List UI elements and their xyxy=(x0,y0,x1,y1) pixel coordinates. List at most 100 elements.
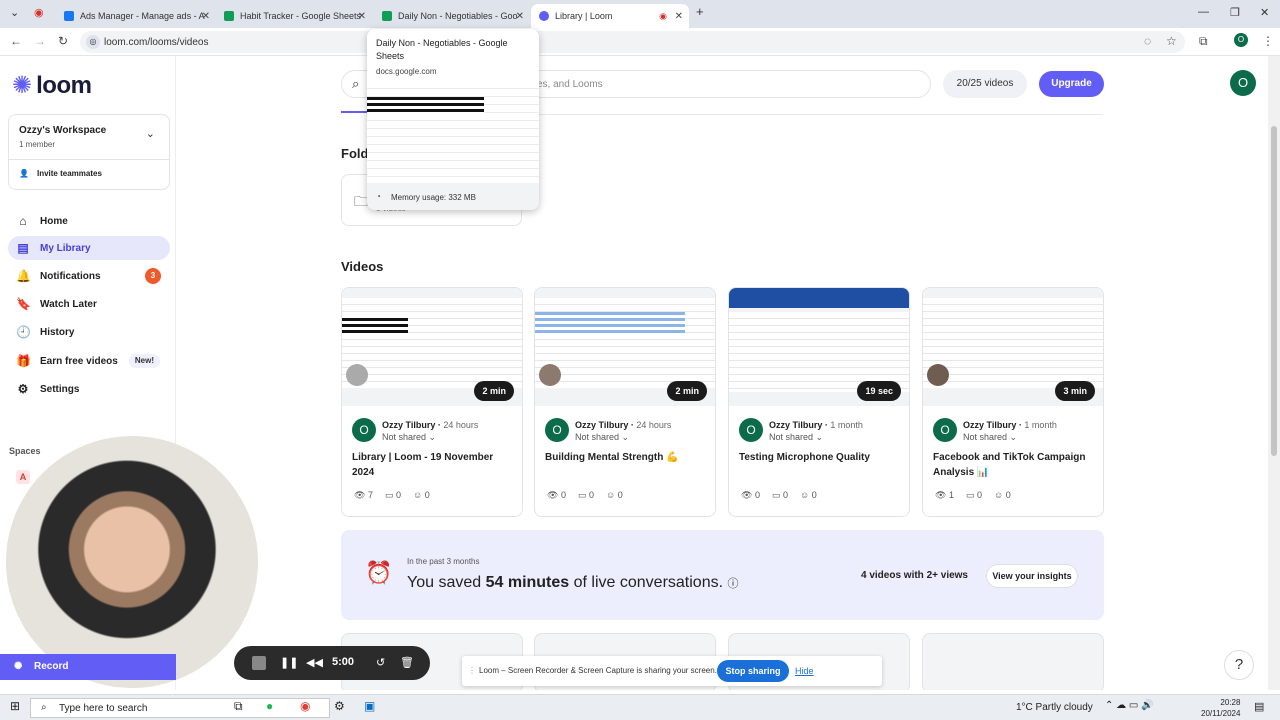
video-title[interactable]: Testing Microphone Quality xyxy=(739,450,904,465)
url-text: loom.com/looms/videos xyxy=(104,36,209,48)
url-field[interactable]: ◎ loom.com/looms/videos xyxy=(80,31,1185,53)
screen-share-bar: ⋮ Loom – Screen Recorder & Screen Captur… xyxy=(462,656,882,686)
video-thumbnail[interactable]: 2 min xyxy=(535,288,715,406)
video-card[interactable]: 19 sec O Ozzy Tilbury · 1 month Not shar… xyxy=(728,287,910,517)
notification-badge: 3 xyxy=(145,268,161,284)
record-button[interactable]: ✺ Record xyxy=(0,654,176,680)
video-thumbnail[interactable]: 19 sec xyxy=(729,288,909,406)
share-status[interactable]: Not shared ⌄ xyxy=(382,432,436,443)
address-bar: ← → ↻ ◎ loom.com/looms/videos ◌ ☆ ⧉ O ⋮ xyxy=(0,28,1280,56)
scrollbar[interactable] xyxy=(1268,56,1280,690)
sidebar-item-watch-later[interactable]: 🔖 Watch Later xyxy=(8,292,170,316)
menu-icon[interactable]: ⋮ xyxy=(1262,34,1274,48)
camera-bubble[interactable] xyxy=(6,436,258,688)
rewind-icon[interactable]: ◀◀ xyxy=(306,656,323,669)
video-card[interactable] xyxy=(922,633,1104,690)
space-avatar[interactable]: A xyxy=(16,470,30,484)
minimize-icon[interactable]: — xyxy=(1198,6,1209,18)
settings-icon[interactable]: ⚙ xyxy=(334,699,345,713)
video-thumbnail[interactable]: 2 min xyxy=(342,288,522,406)
gift-icon: 🎁 xyxy=(16,354,31,368)
video-thumbnail[interactable]: 3 min xyxy=(923,288,1103,406)
pause-icon[interactable]: ❚❚ xyxy=(280,656,298,669)
duration-badge: 19 sec xyxy=(857,381,901,401)
comments-icon: ▭ 0 xyxy=(577,490,594,500)
alarm-clock-icon: ⏰ xyxy=(365,560,393,585)
recording-controls: ❚❚ ◀◀ 5:00 ↺ 🗑 xyxy=(234,646,430,680)
spotify-icon[interactable]: ● xyxy=(266,699,273,713)
weather-text[interactable]: 1°C Partly cloudy xyxy=(1016,702,1093,713)
video-title[interactable]: Library | Loom - 19 November 2024 xyxy=(352,450,517,480)
notification-center-icon[interactable]: ▤ xyxy=(1254,700,1264,713)
window-close-icon[interactable]: ✕ xyxy=(1260,6,1269,19)
stop-icon[interactable] xyxy=(252,656,266,670)
hover-card-domain: docs.google.com xyxy=(376,67,437,76)
video-title[interactable]: Facebook and TikTok Campaign Analysis 📊 xyxy=(933,450,1098,480)
loom-logo[interactable]: ✺ loom xyxy=(12,72,92,100)
restore-icon[interactable]: ❐ xyxy=(1230,6,1240,19)
share-status[interactable]: Not shared ⌄ xyxy=(575,432,629,443)
sidebar-item-notifications[interactable]: 🔔 Notifications 3 xyxy=(8,264,170,288)
video-card[interactable]: 2 min O Ozzy Tilbury · 24 hours Not shar… xyxy=(534,287,716,517)
stop-sharing-button[interactable]: Stop sharing xyxy=(717,660,789,682)
close-icon[interactable]: ✕ xyxy=(358,11,366,22)
tab-search-icon[interactable]: ⌄ xyxy=(10,6,19,19)
sidebar-item-history[interactable]: 🕘 History xyxy=(8,320,170,344)
taskbar-search[interactable]: ⌕ Type here to search xyxy=(30,698,330,718)
sidebar-item-my-library[interactable]: ▤ My Library xyxy=(8,236,170,260)
home-icon: ⌂ xyxy=(19,214,27,228)
sidebar-item-settings[interactable]: ⚙ Settings xyxy=(8,377,170,401)
avatar[interactable]: O xyxy=(1230,70,1256,96)
clock-icon: 🕘 xyxy=(16,325,31,339)
library-icon: ▤ xyxy=(17,241,29,255)
view-insights-button[interactable]: View your insights xyxy=(986,564,1078,588)
video-usage-counter[interactable]: 20/25 videos xyxy=(943,70,1027,98)
videos-heading: Videos xyxy=(341,259,384,274)
extensions-icon[interactable]: ⧉ xyxy=(1199,34,1208,49)
tab-ads-manager[interactable]: Ads Manager - Manage ads - A ✕ xyxy=(56,4,216,28)
pinned-tab-icon[interactable]: ◉ xyxy=(34,6,44,19)
meta-icon xyxy=(64,11,74,21)
trash-icon[interactable]: 🗑 xyxy=(400,656,414,669)
help-button[interactable]: ? xyxy=(1224,650,1254,680)
profile-icon[interactable]: O xyxy=(1234,33,1248,47)
tab-habit-tracker[interactable]: Habit Tracker - Google Sheets ✕ xyxy=(216,4,372,28)
reload-icon[interactable]: ↻ xyxy=(58,34,68,48)
back-icon[interactable]: ← xyxy=(10,34,22,48)
forward-icon[interactable]: → xyxy=(34,34,46,48)
workspace-card[interactable]: Ozzy's Workspace 1 member ⌄ 👤 Invite team… xyxy=(8,114,170,190)
reactions-icon: ☺ 0 xyxy=(412,490,430,500)
video-stats: 👁 0 ▭ 0 ☺ 0 xyxy=(741,490,817,501)
system-tray-icons[interactable]: ⌃ ☁ ▭ 🔊 xyxy=(1105,700,1154,711)
video-card[interactable]: 3 min O Ozzy Tilbury · 1 month Not share… xyxy=(922,287,1104,517)
sidebar-item-home[interactable]: ⌂ Home xyxy=(8,209,170,233)
close-icon[interactable]: ✕ xyxy=(675,11,683,22)
sidebar-item-label: Home xyxy=(40,215,68,227)
windows-start-icon[interactable]: ⊞ xyxy=(10,699,20,713)
upgrade-button[interactable]: Upgrade xyxy=(1039,71,1104,97)
outlook-icon[interactable]: ▣ xyxy=(364,699,375,713)
close-icon[interactable]: ✕ xyxy=(202,11,210,22)
site-info-icon[interactable]: ◎ xyxy=(86,35,100,49)
video-title[interactable]: Building Mental Strength 💪 xyxy=(545,450,710,465)
share-status[interactable]: Not shared ⌄ xyxy=(769,432,823,443)
sidebar-item-earn-free-videos[interactable]: 🎁 Earn free videos New! xyxy=(8,349,170,373)
loom-icon xyxy=(539,11,549,21)
hide-button[interactable]: Hide xyxy=(795,666,814,676)
video-card[interactable]: 2 min O Ozzy Tilbury · 24 hours Not shar… xyxy=(341,287,523,517)
eye-off-icon[interactable]: ◌ xyxy=(1144,34,1151,48)
clock[interactable]: 20:28 20/11/2024 xyxy=(1201,697,1240,719)
star-icon[interactable]: ☆ xyxy=(1166,34,1177,48)
tab-daily-non-negotiables[interactable]: Daily Non - Negotiables - Goo ✕ xyxy=(374,4,530,28)
task-view-icon[interactable]: ⧉ xyxy=(234,699,243,714)
scrollbar-thumb[interactable] xyxy=(1271,126,1277,456)
chrome-icon[interactable]: ◉ xyxy=(300,699,310,713)
invite-teammates-button[interactable]: 👤 Invite teammates xyxy=(19,169,102,178)
sidebar-item-label: My Library xyxy=(40,242,91,254)
chevron-down-icon[interactable]: ⌄ xyxy=(146,127,155,140)
new-tab-icon[interactable]: + xyxy=(696,4,704,19)
close-icon[interactable]: ✕ xyxy=(516,11,524,22)
share-status[interactable]: Not shared ⌄ xyxy=(963,432,1017,443)
tab-library-loom[interactable]: Library | Loom ◉ ✕ xyxy=(531,4,689,28)
restart-icon[interactable]: ↺ xyxy=(376,656,385,669)
